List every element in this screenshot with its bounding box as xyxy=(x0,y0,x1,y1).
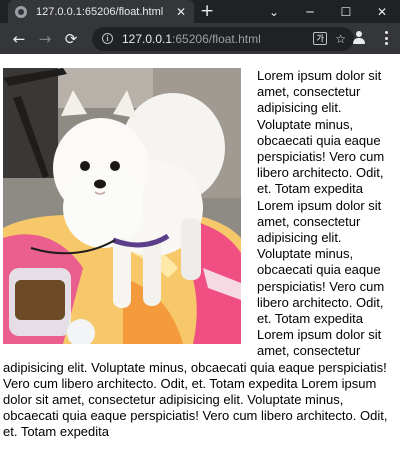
dog-photo xyxy=(3,68,241,344)
kebab-menu-icon[interactable] xyxy=(384,31,388,45)
page-content: Lorem ipsum dolor sit amet, consectetur … xyxy=(0,54,400,450)
address-bar[interactable]: i 127.0.0.1:65206/float.html 가 ☆ xyxy=(92,26,354,51)
window-controls: ⌄ ─ ☐ ✕ xyxy=(256,0,400,23)
profile-icon[interactable] xyxy=(352,31,366,45)
close-window-button[interactable]: ✕ xyxy=(364,5,400,19)
browser-toolbar: ← → ⟳ i 127.0.0.1:65206/float.html 가 ☆ xyxy=(0,23,400,54)
back-button[interactable]: ← xyxy=(6,26,32,52)
minimize-button[interactable]: ─ xyxy=(292,5,328,19)
bookmark-star-icon[interactable]: ☆ xyxy=(335,32,346,46)
new-tab-button[interactable]: + xyxy=(200,1,214,21)
url-host: 127.0.0.1 xyxy=(122,31,173,46)
reload-button[interactable]: ⟳ xyxy=(58,26,84,52)
chevron-down-icon[interactable]: ⌄ xyxy=(256,5,292,19)
tab-strip: 127.0.0.1:65206/float.html ✕ + ⌄ ─ ☐ ✕ xyxy=(0,0,400,23)
translate-icon[interactable]: 가 xyxy=(313,32,328,45)
info-icon[interactable]: i xyxy=(102,33,113,44)
close-icon[interactable]: ✕ xyxy=(174,5,188,19)
browser-tab[interactable]: 127.0.0.1:65206/float.html ✕ xyxy=(8,0,194,23)
maximize-button[interactable]: ☐ xyxy=(328,5,364,19)
tab-title: 127.0.0.1:65206/float.html xyxy=(36,5,164,18)
url-path: :65206/float.html xyxy=(172,31,261,46)
url-text[interactable]: 127.0.0.1:65206/float.html xyxy=(122,32,313,46)
globe-icon xyxy=(15,5,27,18)
forward-button[interactable]: → xyxy=(32,26,58,52)
